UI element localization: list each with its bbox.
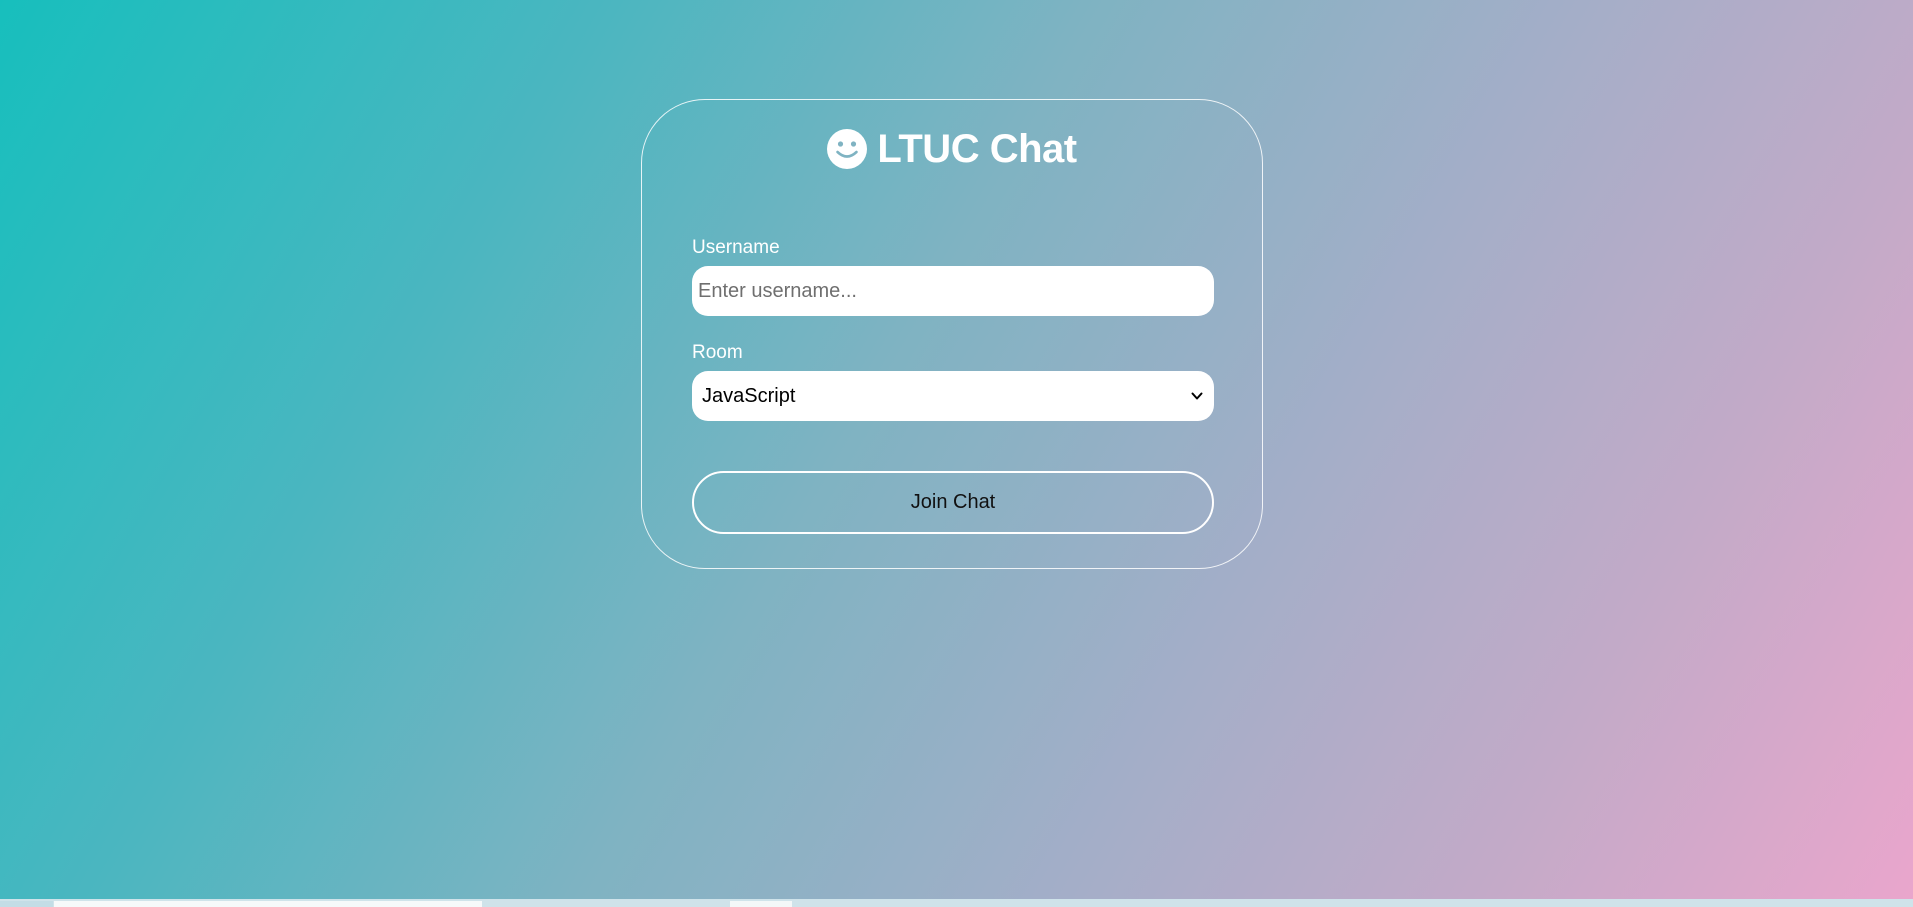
taskbar-item[interactable] bbox=[0, 901, 53, 907]
page-title: LTUC Chat bbox=[877, 127, 1077, 171]
taskbar-item[interactable] bbox=[730, 901, 792, 907]
username-label: Username bbox=[692, 237, 780, 258]
taskbar bbox=[0, 899, 1913, 907]
taskbar-item[interactable] bbox=[54, 901, 482, 907]
room-select-value: JavaScript bbox=[702, 384, 796, 407]
room-select[interactable]: JavaScript bbox=[692, 371, 1214, 421]
join-chat-button[interactable]: Join Chat bbox=[692, 471, 1214, 534]
room-label: Room bbox=[692, 342, 743, 363]
smile-icon bbox=[827, 129, 868, 169]
chevron-down-icon bbox=[1191, 392, 1203, 400]
header: LTUC Chat bbox=[642, 124, 1262, 174]
username-input[interactable] bbox=[692, 266, 1214, 316]
join-card: LTUC Chat Username Room JavaScript Join … bbox=[641, 99, 1263, 569]
